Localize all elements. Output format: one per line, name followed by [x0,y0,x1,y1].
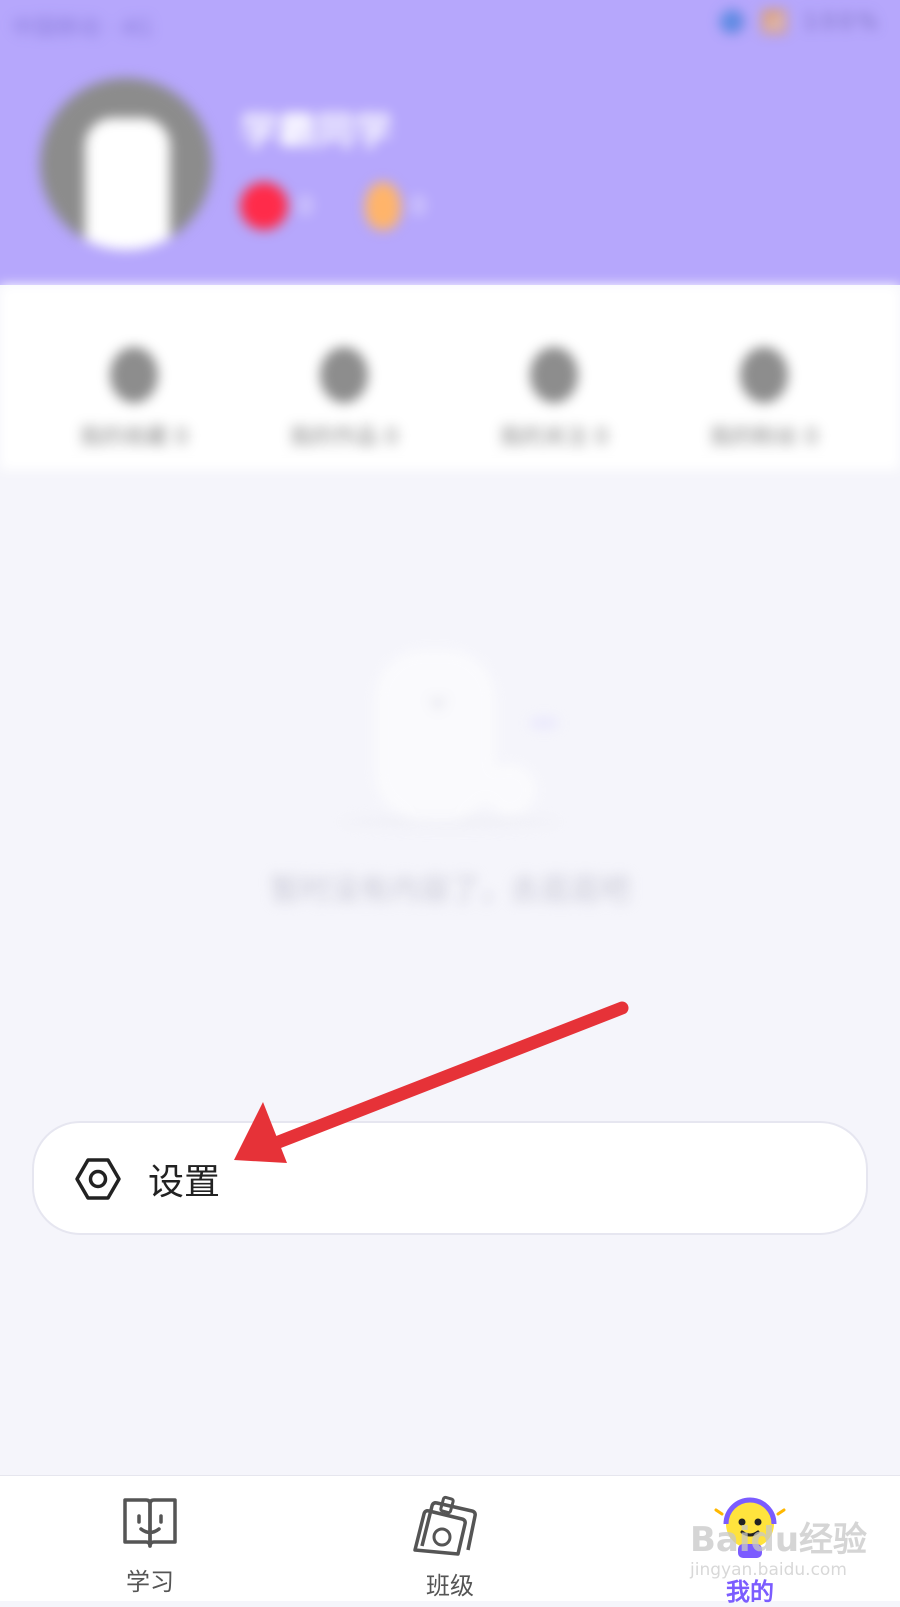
profile-header: 中国移动 · 4G 🔵 📶 100% 学霸同学 0 0 [0,0,900,285]
avatar[interactable] [40,78,212,250]
quick-actions-row: 我的收藏 0 我的作品 0 我的关注 0 我的粉丝 0 [0,285,900,470]
stat-fire[interactable]: 0 [365,182,426,230]
quick-action-following[interactable]: 我的关注 0 [454,347,654,451]
quick-action-fans[interactable]: 我的粉丝 0 [664,347,864,451]
tab-class[interactable]: 班级 [400,1494,500,1601]
tab-learn[interactable]: 学习 [100,1494,200,1597]
stat-red[interactable]: 0 [240,182,313,230]
watermark-url: jingyan.baidu.com [690,1560,847,1580]
red-badge-icon [240,182,288,230]
settings-button[interactable]: 设置 [32,1121,868,1235]
empty-state-illustration [340,650,560,828]
tab-learn-label: 学习 [126,1568,174,1596]
class-card-icon [413,1495,477,1556]
favorites-icon [110,347,158,403]
quick-action-label: 我的收藏 0 [79,425,189,450]
flame-icon [365,182,401,230]
quick-action-favorites[interactable]: 我的收藏 0 [34,347,234,451]
username: 学霸同学 [240,109,393,153]
quick-action-label: 我的作品 0 [289,425,399,450]
quick-action-label: 我的粉丝 0 [709,425,819,450]
tab-class-label: 班级 [426,1572,474,1600]
following-icon [530,347,578,403]
watermark-logo: Baidu经验 [690,1520,868,1560]
fans-icon [740,347,788,403]
settings-gear-icon [75,1158,121,1200]
stat-red-count: 0 [298,192,314,220]
quick-action-label: 我的关注 0 [499,425,609,450]
status-indicators: 🔵 📶 100% [718,10,882,35]
settings-label: 设置 [148,1162,221,1203]
works-icon [320,347,368,403]
avatar-figure [85,118,170,250]
empty-state-text: 暂时没有内容了，去逛逛吧 [270,873,630,908]
book-face-icon [123,1498,177,1548]
stat-fire-count: 0 [411,192,427,220]
status-bar: 中国移动 · 4G 🔵 📶 100% [0,0,900,44]
status-carrier: 中国移动 · 4G [12,16,153,41]
quick-action-works[interactable]: 我的作品 0 [244,347,444,451]
